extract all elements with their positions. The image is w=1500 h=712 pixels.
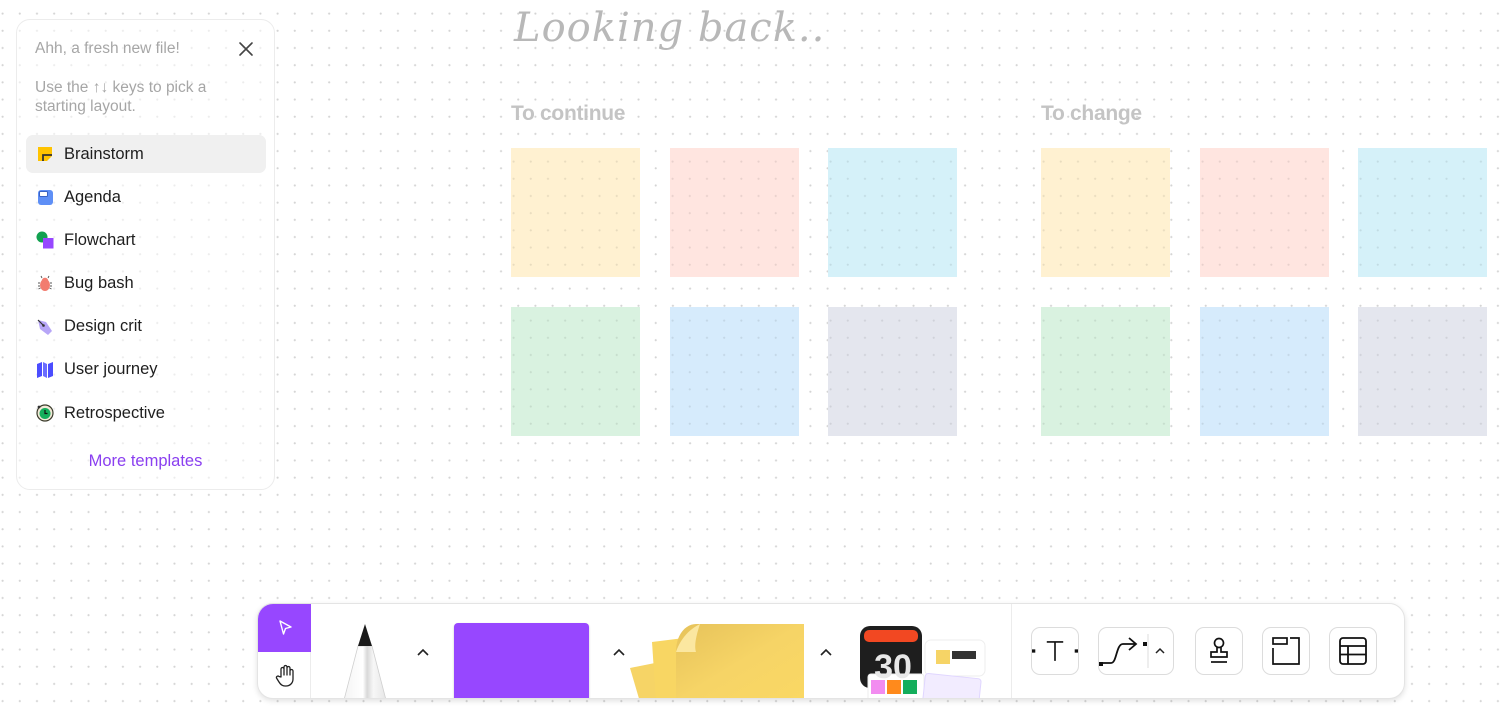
close-button[interactable] (237, 40, 255, 58)
template-label: Retrospective (64, 403, 165, 422)
table-icon (1339, 637, 1367, 665)
template-list: Brainstorm Agenda Flowchart Bug bash Des… (26, 135, 266, 437)
template-label: Design crit (64, 317, 142, 336)
section-tool-button[interactable] (1262, 627, 1310, 675)
table-tool-button[interactable] (1329, 627, 1377, 675)
connector-icon (1099, 634, 1165, 668)
pencil-options-caret[interactable] (415, 644, 431, 660)
text-tool-button[interactable] (1031, 627, 1079, 675)
sticky-note[interactable] (1200, 307, 1329, 436)
bottom-toolbar: 30 (257, 603, 1405, 699)
sticky-note[interactable] (828, 307, 957, 436)
sticky-options-caret[interactable] (818, 644, 834, 660)
template-user-journey[interactable]: User journey (26, 351, 266, 389)
sticky-note-icon (36, 145, 54, 163)
bug-icon (36, 275, 54, 293)
pencil-icon (344, 624, 386, 698)
stopwatch-icon (36, 404, 54, 422)
widgets-tool[interactable]: 30 (858, 624, 990, 698)
sticky-tool[interactable] (630, 622, 810, 698)
sticky-note[interactable] (828, 148, 957, 277)
template-label: Flowchart (64, 230, 136, 249)
text-icon (1032, 641, 1078, 661)
calendar-day: 30 (874, 648, 912, 686)
panel-title: Ahh, a fresh new file! (35, 40, 180, 57)
board-title[interactable]: Looking back.. (514, 5, 825, 51)
section-icon (1272, 637, 1300, 665)
template-bug-bash[interactable]: Bug bash (26, 265, 266, 303)
shape-tool[interactable] (454, 623, 589, 698)
panel-hint: Use the ↑↓ keys to pick a starting layou… (35, 79, 207, 115)
select-tool-button[interactable] (258, 604, 311, 652)
template-label: Bug bash (64, 274, 134, 293)
stamp-tool-button[interactable] (1195, 627, 1243, 675)
template-label: Agenda (64, 187, 121, 206)
close-icon (239, 42, 253, 56)
more-templates-link[interactable]: More templates (17, 452, 274, 471)
template-flowchart[interactable]: Flowchart (26, 221, 266, 259)
map-icon (36, 361, 54, 379)
template-label: Brainstorm (64, 144, 144, 163)
sticky-note[interactable] (670, 307, 799, 436)
template-brainstorm[interactable]: Brainstorm (26, 135, 266, 173)
sticky-stack-icon (630, 624, 804, 698)
template-retrospective[interactable]: Retrospective (26, 394, 266, 432)
chevron-up-icon (820, 648, 832, 656)
agenda-icon (36, 188, 54, 206)
template-picker-panel: Ahh, a fresh new file! Use the ↑↓ keys t… (16, 19, 275, 490)
hand-icon (275, 664, 294, 687)
sticky-note[interactable] (1358, 148, 1487, 277)
sticky-note[interactable] (1041, 148, 1170, 277)
sticky-note[interactable] (1200, 148, 1329, 277)
mode-switcher (258, 604, 311, 698)
hand-tool-button[interactable] (258, 652, 311, 698)
connector-tool-button[interactable] (1098, 627, 1174, 675)
pencil-tool[interactable] (336, 622, 394, 698)
template-label: User journey (64, 360, 158, 379)
pen-nib-icon (36, 318, 54, 336)
template-design-crit[interactable]: Design crit (26, 308, 266, 346)
flowchart-shapes-icon (36, 231, 54, 249)
section-title-to-continue[interactable]: To continue (511, 102, 625, 126)
cursor-arrow-icon (278, 620, 292, 635)
sticky-note[interactable] (511, 307, 640, 436)
sticky-note[interactable] (511, 148, 640, 277)
chevron-up-icon (417, 648, 429, 656)
sticky-note[interactable] (670, 148, 799, 277)
section-title-to-change[interactable]: To change (1041, 102, 1142, 126)
template-agenda[interactable]: Agenda (26, 178, 266, 216)
sticky-note[interactable] (1041, 307, 1170, 436)
stamp-icon (1210, 637, 1228, 663)
sticky-note[interactable] (1358, 307, 1487, 436)
chevron-up-icon (613, 648, 625, 656)
shape-options-caret[interactable] (611, 644, 627, 660)
toolbar-divider (1011, 604, 1012, 698)
